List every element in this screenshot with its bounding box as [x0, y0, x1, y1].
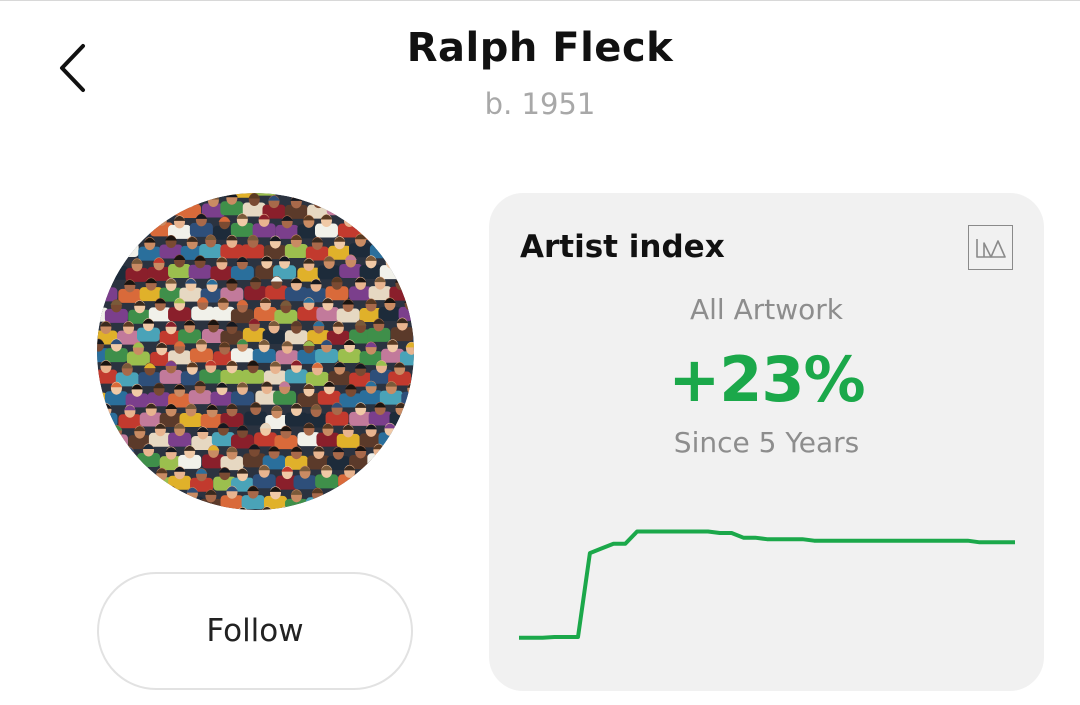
- chart-mountain-icon: [975, 238, 1006, 258]
- index-series-line: [519, 529, 1015, 640]
- artist-header: Ralph Fleck b. 1951: [0, 22, 1080, 122]
- follow-button[interactable]: Follow: [97, 572, 413, 690]
- artist-index-card: Artist index All Artwork +23% Since 5 Ye…: [489, 193, 1044, 691]
- top-divider: [0, 0, 1080, 1]
- artist-index-title: Artist index: [520, 229, 725, 265]
- artwork-subset-label: All Artwork: [689, 293, 843, 326]
- artist-name: Ralph Fleck: [406, 25, 674, 71]
- artist-avatar: [97, 193, 414, 510]
- artist-index-chart: [519, 529, 1015, 640]
- chart-toggle-button[interactable]: [968, 225, 1013, 270]
- index-period-label: Since 5 Years: [673, 426, 860, 459]
- index-change-value: +23%: [668, 343, 865, 416]
- artist-birth-year: b. 1951: [484, 87, 596, 121]
